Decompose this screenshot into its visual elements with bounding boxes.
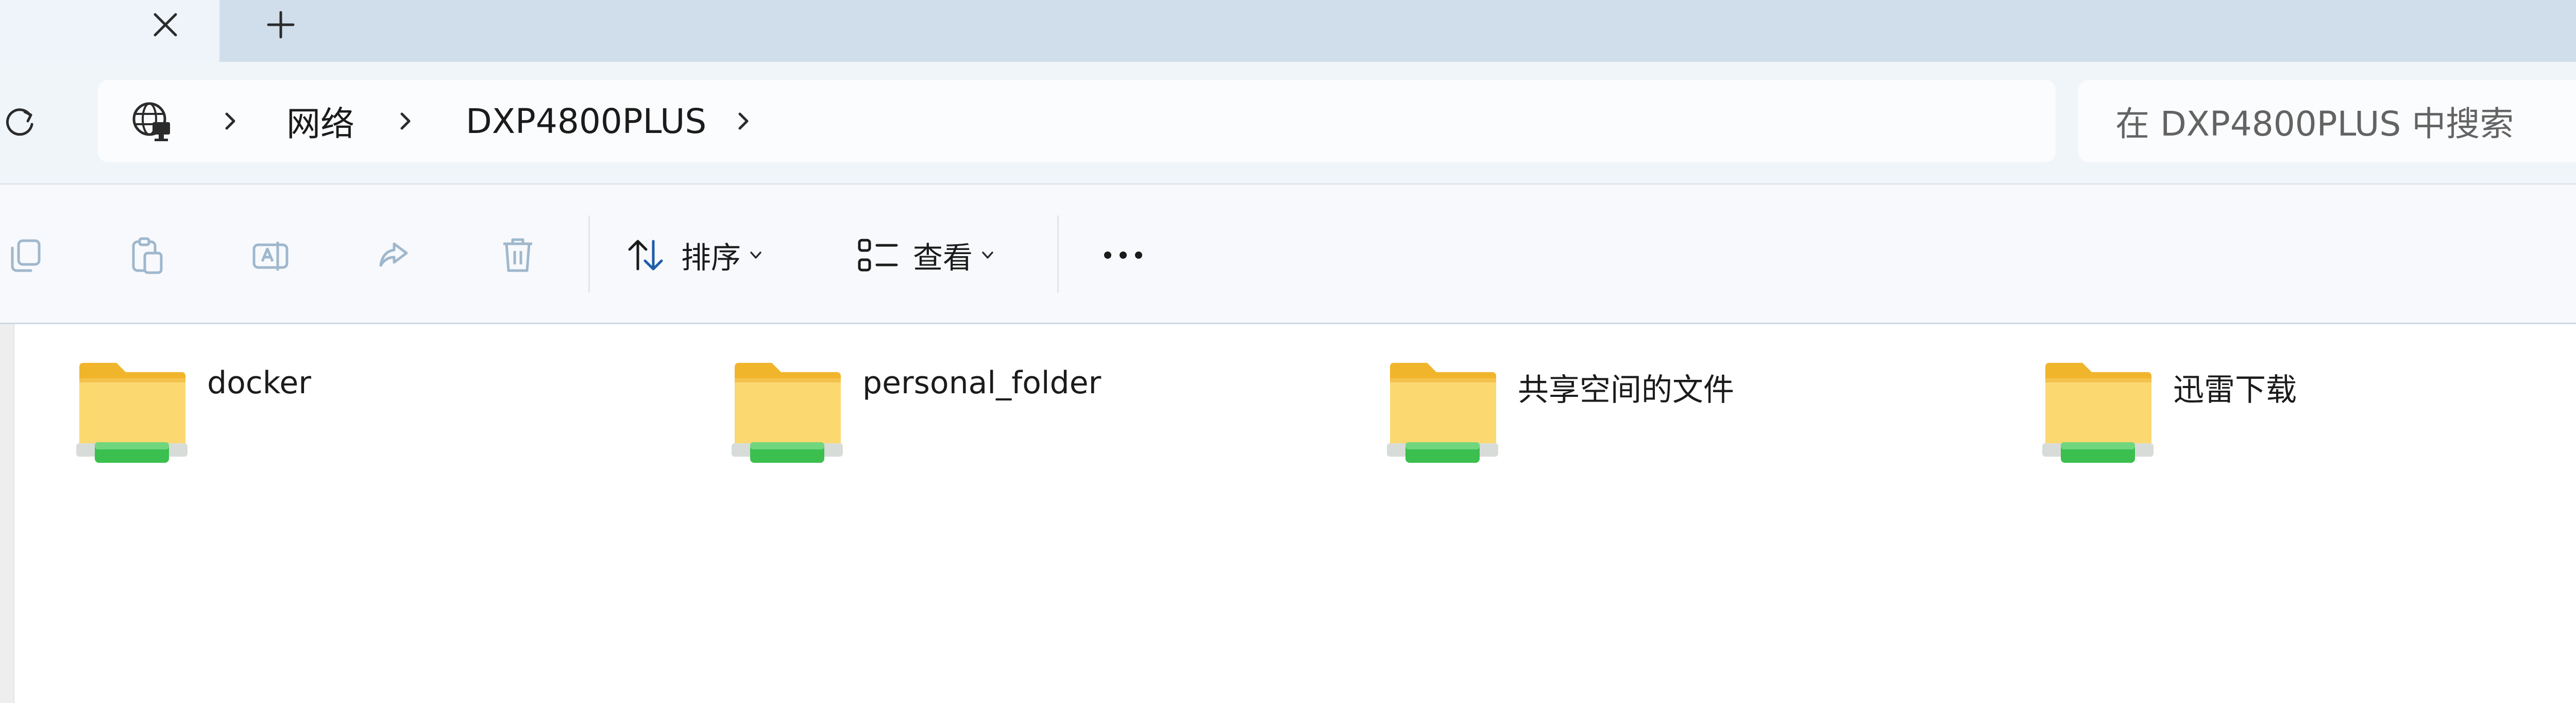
- folder-name: docker: [207, 365, 311, 401]
- folder-name: 共享空间的文件: [1518, 372, 1734, 408]
- close-icon: [154, 13, 177, 37]
- breadcrumb-item-device[interactable]: DXP4800PLUS: [466, 80, 706, 162]
- shared-folder-icon: [732, 363, 843, 463]
- shared-folder-icon: [2042, 363, 2154, 463]
- network-globe-icon: [132, 102, 170, 141]
- refresh-button[interactable]: [0, 93, 41, 149]
- folder-item-xunlei-downloads[interactable]: 迅雷下载: [2042, 361, 2297, 469]
- tab-close-button[interactable]: [146, 5, 185, 44]
- breadcrumb-separator[interactable]: [219, 80, 240, 162]
- copy-icon: [11, 239, 41, 272]
- folder-item-docker[interactable]: docker: [76, 361, 311, 469]
- tab-current[interactable]: [0, 0, 219, 62]
- command-separator: [1057, 215, 1059, 293]
- paste-button[interactable]: [118, 206, 175, 304]
- breadcrumb-item-network[interactable]: 网络: [286, 80, 354, 162]
- folder-name: 迅雷下载: [2173, 372, 2297, 408]
- folder-name: personal_folder: [862, 365, 1101, 401]
- folder-item-shared-space[interactable]: 共享空间的文件: [1387, 361, 1734, 469]
- search-input[interactable]: 在 DXP4800PLUS 中搜索: [2078, 80, 2576, 162]
- trash-icon: [503, 238, 532, 272]
- paste-icon: [132, 237, 163, 274]
- breadcrumb-separator[interactable]: [733, 80, 753, 162]
- sort-label: 排序: [681, 240, 741, 275]
- chevron-down-icon: [750, 252, 761, 259]
- folder-item-personal-folder[interactable]: personal_folder: [732, 361, 1101, 469]
- plus-icon: [267, 11, 295, 39]
- shared-folder-icon: [1387, 363, 1498, 463]
- sort-icon: [628, 240, 663, 271]
- sort-button[interactable]: 排序: [623, 206, 793, 304]
- chevron-right-icon: [400, 112, 411, 130]
- search-placeholder: 在 DXP4800PLUS 中搜索: [2115, 104, 2514, 144]
- breadcrumb-separator[interactable]: [395, 80, 415, 162]
- view-list-icon: [858, 239, 898, 272]
- breadcrumb-label: 网络: [286, 104, 354, 144]
- refresh-icon: [6, 108, 33, 136]
- chevron-right-icon: [225, 112, 235, 130]
- share-button[interactable]: [366, 206, 422, 304]
- breadcrumb[interactable]: 网络 DXP4800PLUS: [98, 80, 2056, 162]
- chevron-right-icon: [738, 112, 749, 130]
- view-button[interactable]: 查看: [855, 206, 1030, 304]
- command-separator: [588, 215, 590, 293]
- rename-button[interactable]: [242, 206, 299, 304]
- tab-strip: [0, 0, 2576, 62]
- network-location-icon-wrap[interactable]: [129, 80, 174, 162]
- new-tab-button[interactable]: [258, 5, 304, 44]
- view-label: 查看: [913, 240, 973, 275]
- shared-folder-icon: [76, 363, 188, 463]
- copy-button[interactable]: [0, 206, 52, 304]
- delete-button[interactable]: [489, 206, 546, 304]
- navigation-pane-edge[interactable]: [0, 324, 14, 703]
- more-icon: [1104, 252, 1142, 259]
- share-icon: [379, 242, 408, 267]
- more-options-button[interactable]: [1092, 206, 1154, 304]
- chevron-down-icon: [982, 252, 993, 259]
- breadcrumb-label: DXP4800PLUS: [466, 101, 707, 141]
- rename-icon: [252, 242, 289, 271]
